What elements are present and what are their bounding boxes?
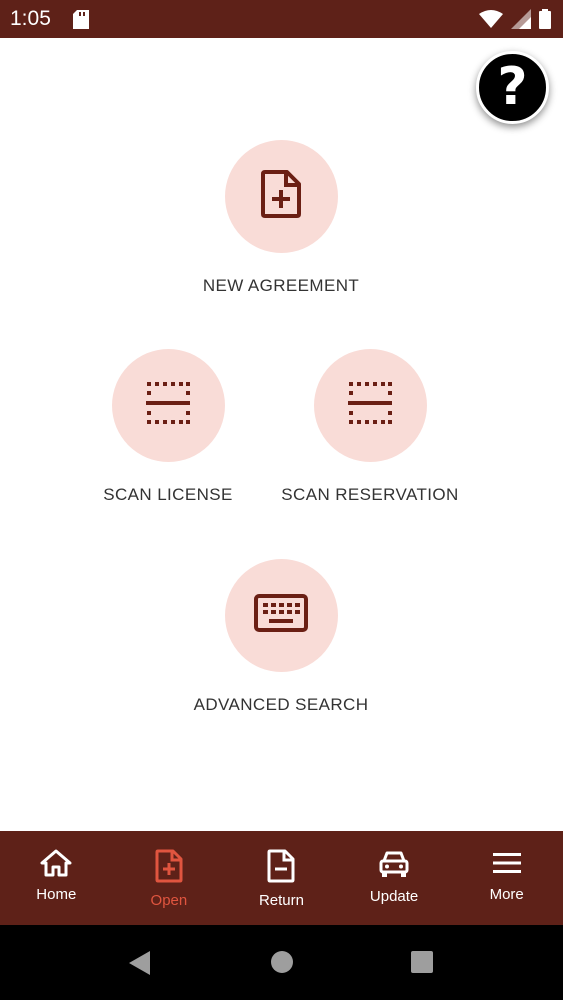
menu-icon	[491, 849, 523, 882]
advanced-search-label: ADVANCED SEARCH	[193, 695, 369, 714]
home-circle-icon[interactable]	[270, 950, 294, 979]
file-plus-icon	[261, 170, 301, 223]
sd-card-icon	[73, 10, 89, 34]
barcode-scan-icon	[348, 382, 392, 429]
new-agreement-circle[interactable]	[224, 140, 338, 253]
scan-license-circle[interactable]	[111, 349, 225, 462]
car-icon	[378, 849, 410, 884]
question-mark-icon: ?	[497, 56, 528, 117]
scan-reservation-label: SCAN RESERVATION	[281, 485, 459, 504]
recents-icon[interactable]	[410, 950, 434, 979]
scan-reservation-button[interactable]: SCAN RESERVATION	[270, 349, 470, 505]
nav-item-more[interactable]: More	[451, 831, 563, 925]
nav-item-home[interactable]: Home	[0, 831, 112, 925]
nav-label-update: Update	[369, 888, 419, 905]
home-icon	[40, 849, 72, 882]
nav-label-return: Return	[258, 892, 304, 909]
help-button[interactable]: ?	[476, 51, 549, 124]
keyboard-icon	[254, 594, 308, 637]
barcode-scan-icon	[146, 382, 190, 429]
nav-label-more: More	[489, 886, 524, 903]
back-icon[interactable]	[128, 950, 152, 981]
nav-item-update[interactable]: Update	[338, 831, 450, 925]
bottom-nav: Home Open Return Update More	[0, 831, 563, 925]
advanced-search-circle[interactable]	[224, 559, 338, 672]
nav-item-open[interactable]: Open	[113, 831, 225, 925]
battery-icon	[539, 9, 551, 34]
new-agreement-button[interactable]: NEW AGREEMENT	[181, 140, 381, 296]
advanced-search-button[interactable]: ADVANCED SEARCH	[181, 559, 381, 715]
status-bar: 1:05	[0, 0, 563, 38]
new-agreement-label: NEW AGREEMENT	[202, 276, 360, 295]
scan-license-button[interactable]: SCAN LICENSE	[68, 349, 268, 505]
cell-signal-icon	[511, 9, 531, 34]
nav-label-home: Home	[36, 886, 77, 903]
file-plus-icon	[155, 849, 183, 888]
wifi-icon	[479, 10, 503, 33]
scan-reservation-circle[interactable]	[313, 349, 427, 462]
status-icons	[479, 9, 551, 34]
file-minus-icon	[267, 849, 295, 888]
scan-license-label: SCAN LICENSE	[103, 485, 233, 504]
status-time: 1:05	[10, 7, 51, 30]
nav-item-return[interactable]: Return	[225, 831, 337, 925]
nav-label-open: Open	[150, 892, 188, 909]
system-nav-bar	[0, 925, 563, 1000]
